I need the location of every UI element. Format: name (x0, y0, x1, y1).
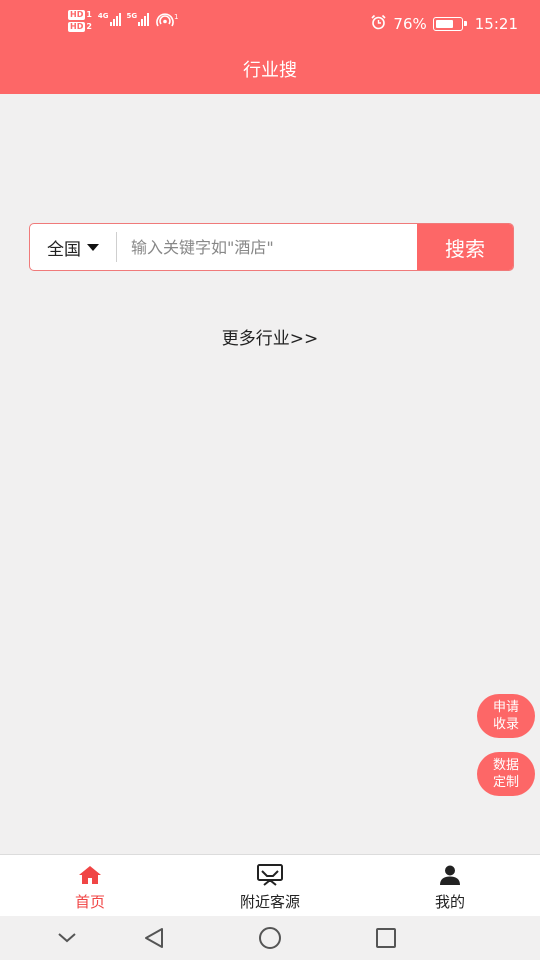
tab-mine-label: 我的 (434, 893, 465, 911)
custom-line-2: 定制 (492, 775, 519, 790)
user-icon (439, 863, 461, 887)
system-nav-bar (0, 916, 540, 960)
hotspot-count: 1 (174, 13, 178, 21)
signal-icon (138, 12, 150, 26)
region-label: 全国 (47, 239, 81, 260)
sim2-hd-label: HD (68, 22, 86, 32)
custom-line-1: 数据 (492, 758, 519, 773)
header: HD 1 HD 2 4G 5G 1 76% 15:21 行业搜 (0, 0, 540, 94)
network-type-1: 4G (97, 12, 109, 20)
sim-indicators: HD 1 HD 2 (68, 10, 92, 32)
status-bar: HD 1 HD 2 4G 5G 1 76% 15:21 (0, 0, 540, 46)
search-bar: 全国 搜索 (29, 223, 514, 271)
more-industries-link[interactable]: 更多行业>> (0, 324, 540, 349)
sim2-badge: HD 2 (68, 22, 92, 32)
tab-nearby-label: 附近客源 (239, 893, 300, 911)
inbox-icon (256, 863, 284, 887)
battery-icon (432, 17, 467, 31)
apply-listing-button[interactable]: 申请 收录 (477, 694, 535, 738)
tab-nearby-customers[interactable]: 附近客源 (180, 855, 360, 916)
collapse-chevron-icon[interactable] (55, 926, 79, 950)
home-circle-icon[interactable] (258, 926, 282, 950)
apply-line-1: 申请 (492, 700, 519, 715)
sim1-number: 1 (86, 10, 92, 19)
sim1-hd-label: HD (68, 10, 86, 20)
status-left: HD 1 HD 2 4G 5G 1 (68, 10, 179, 38)
battery-percent: 76% (393, 15, 427, 33)
clock: 15:21 (474, 15, 518, 33)
region-selector[interactable]: 全国 (30, 224, 116, 270)
battery-fill (435, 20, 454, 28)
signal-2: 5G (127, 12, 150, 26)
signal-icon (109, 12, 121, 26)
status-right: 76% 15:21 (370, 14, 518, 34)
data-custom-button[interactable]: 数据 定制 (477, 752, 535, 796)
home-icon (78, 863, 102, 887)
tab-mine[interactable]: 我的 (360, 855, 540, 916)
signal-1: 4G (98, 12, 121, 26)
tab-home[interactable]: 首页 (0, 855, 180, 916)
tab-home-label: 首页 (74, 893, 105, 911)
network-type-2: 5G (126, 12, 138, 20)
alarm-icon (370, 14, 387, 34)
sim1-badge: HD 1 (68, 10, 92, 20)
bottom-tab-bar: 首页 附近客源 我的 (0, 854, 540, 916)
back-icon[interactable] (142, 926, 166, 950)
caret-down-icon (87, 243, 99, 251)
page-title: 行业搜 (243, 60, 297, 81)
search-button[interactable]: 搜索 (417, 224, 513, 270)
apply-line-2: 收录 (492, 717, 519, 732)
search-input[interactable] (117, 224, 417, 270)
sim2-number: 2 (86, 22, 92, 31)
recents-square-icon[interactable] (374, 926, 398, 950)
hotspot-icon: 1 (155, 12, 179, 34)
